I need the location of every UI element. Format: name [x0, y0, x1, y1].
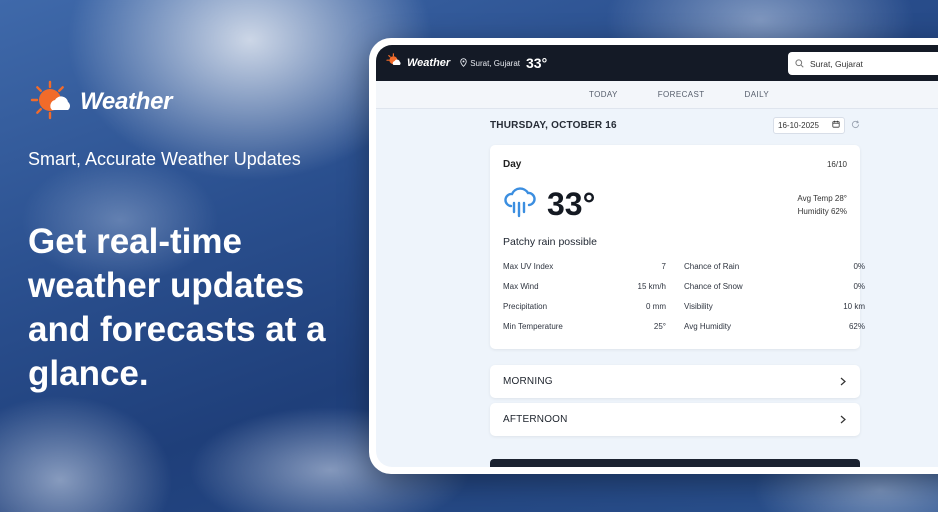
stat-avg-humidity: Avg Humidity 62% [684, 322, 865, 331]
app-topbar: Weather Surat, Gujarat 33° [376, 45, 938, 81]
stat-max-uv: Max UV Index 7 [503, 262, 666, 271]
condition-text: Patchy rain possible [503, 236, 597, 248]
date-row: THURSDAY, OCTOBER 16 16-10-2025 [490, 109, 860, 141]
next-period-card[interactable] [490, 459, 860, 467]
app-logo[interactable]: Weather [386, 52, 451, 74]
location-pin-icon [460, 57, 467, 69]
date-value: 16-10-2025 [778, 120, 819, 130]
day-temperature: 33° [547, 185, 596, 222]
day-summary: Avg Temp 28° Humidity 62% [797, 192, 847, 218]
chevron-right-icon [840, 411, 846, 429]
calendar-icon [832, 120, 840, 130]
device-frame: Weather Surat, Gujarat 33° TODAY FORECAS… [369, 38, 938, 474]
date-picker[interactable]: 16-10-2025 [773, 116, 845, 134]
rain-cloud-icon [503, 186, 537, 223]
stat-visibility: Visibility 10 km [684, 302, 865, 311]
tab-today[interactable]: TODAY [589, 90, 618, 99]
app-screen: Weather Surat, Gujarat 33° TODAY FORECAS… [376, 45, 938, 467]
app-brand: Weather [407, 57, 451, 69]
search-box[interactable] [788, 52, 938, 75]
day-card: Day 16/10 33° Avg Temp 28° Humidity 62% … [490, 145, 865, 349]
period-morning[interactable]: MORNING [490, 365, 860, 398]
main-content: THURSDAY, OCTOBER 16 16-10-2025 Day 16/1… [490, 109, 865, 436]
hero-logo: Weather [30, 80, 172, 124]
chevron-right-icon [840, 373, 846, 391]
stat-min-temperature: Min Temperature 25° [503, 322, 666, 331]
refresh-icon[interactable] [851, 116, 860, 134]
date-controls: 16-10-2025 [773, 116, 860, 134]
date-title: THURSDAY, OCTOBER 16 [490, 119, 617, 131]
tab-bar: TODAY FORECAST DAILY [376, 81, 938, 109]
stat-max-wind: Max Wind 15 km/h [503, 282, 666, 291]
current-temperature: 33° [526, 55, 548, 71]
humidity: Humidity 62% [797, 207, 847, 216]
location-label: Surat, Gujarat [470, 58, 521, 68]
day-date: 16/10 [826, 160, 847, 169]
search-input[interactable] [810, 58, 930, 69]
stat-chance-snow: Chance of Snow 0% [684, 282, 865, 291]
stat-chance-rain: Chance of Rain 0% [684, 262, 865, 271]
stats-grid: Max UV Index 7 Chance of Rain 0% Max Wind 1… [503, 262, 865, 331]
sun-cloud-icon [386, 52, 404, 74]
current-location: Surat, Gujarat [460, 57, 521, 69]
period-morning-label: MORNING [503, 376, 553, 387]
period-afternoon[interactable]: AFTERNOON [490, 403, 860, 436]
period-afternoon-label: AFTERNOON [503, 414, 568, 425]
hero-brand: Weather [80, 88, 173, 115]
tab-forecast[interactable]: FORECAST [658, 90, 705, 99]
day-label: Day [503, 159, 522, 170]
sun-cloud-icon [30, 80, 74, 124]
tab-daily[interactable]: DAILY [745, 90, 770, 99]
stat-precipitation: Precipitation 0 mm [503, 302, 666, 311]
search-icon [795, 55, 804, 73]
hero-tagline: Smart, Accurate Weather Updates [28, 149, 301, 169]
avg-temp: Avg Temp 28° [797, 194, 847, 203]
hero-headline: Get real-time weather updates and foreca… [28, 222, 326, 393]
